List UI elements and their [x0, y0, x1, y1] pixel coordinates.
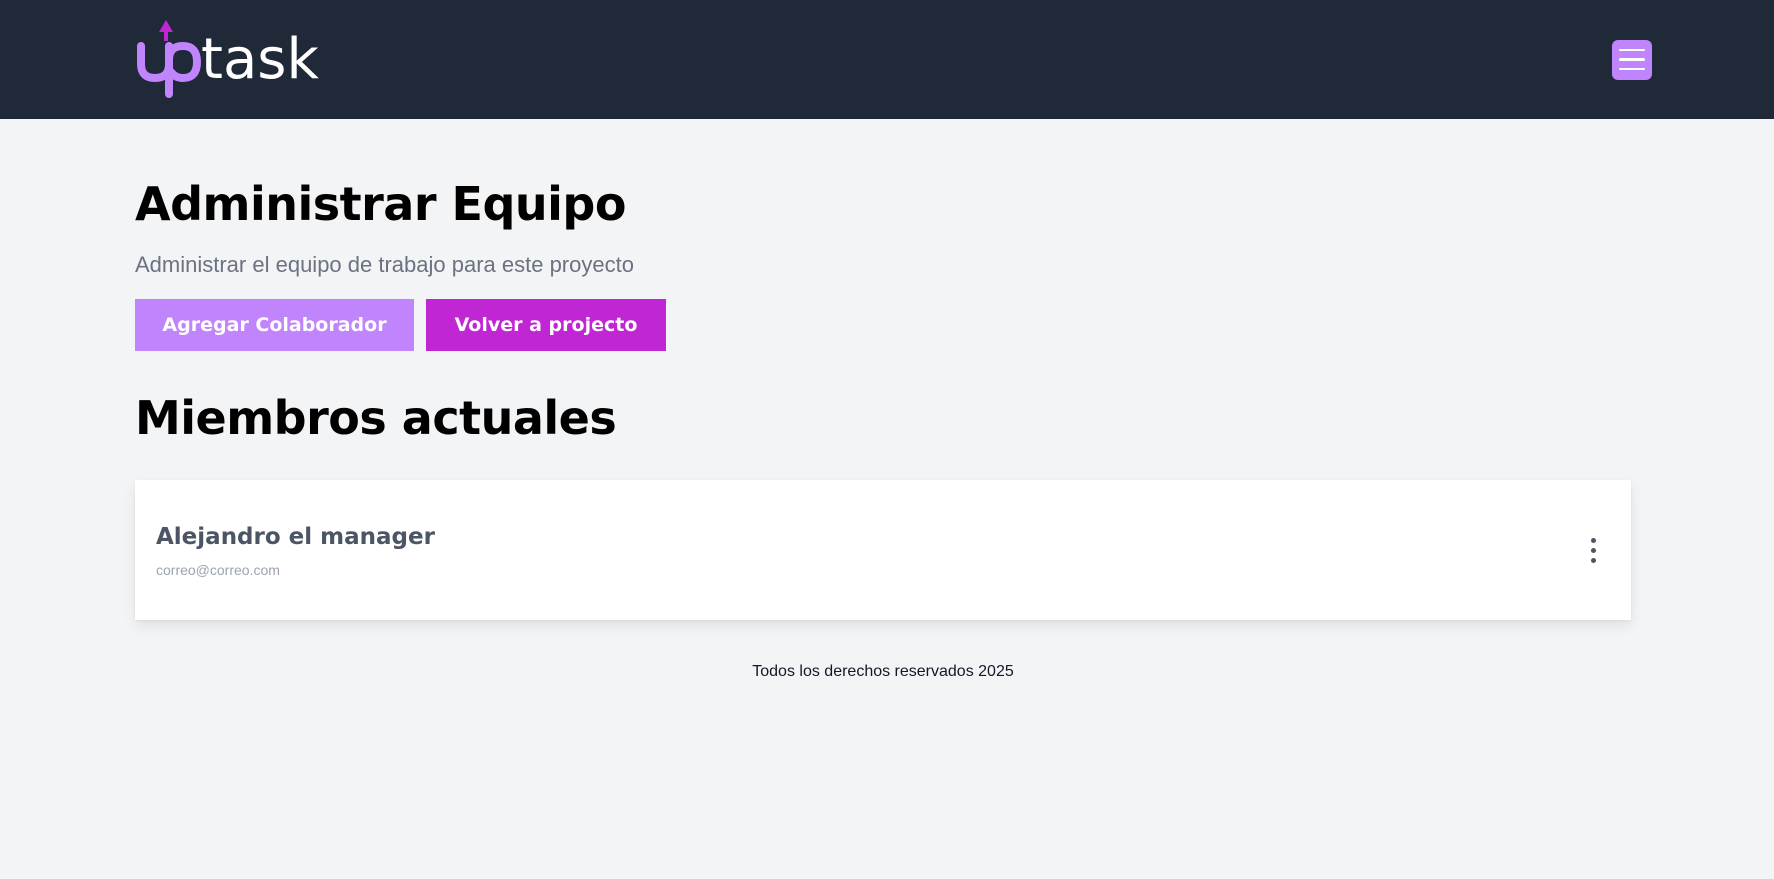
- member-options-button[interactable]: [1581, 530, 1605, 570]
- svg-text:task: task: [201, 27, 319, 92]
- page-title: Administrar Equipo: [135, 177, 626, 231]
- header-container: task: [135, 0, 1652, 119]
- vertical-ellipsis-icon: [1590, 537, 1596, 543]
- add-collaborator-button[interactable]: Agregar Colaborador: [135, 299, 414, 351]
- member-email: correo@correo.com: [156, 562, 280, 578]
- logo-link[interactable]: task: [135, 19, 347, 100]
- action-buttons: Agregar Colaborador Volver a projecto: [135, 299, 666, 351]
- back-to-project-button[interactable]: Volver a projecto: [426, 299, 666, 351]
- page-footer: Todos los derechos reservados 2025: [752, 663, 1014, 680]
- page-subtitle: Administrar el equipo de trabajo para es…: [135, 252, 634, 277]
- uptask-logo: task: [137, 19, 319, 98]
- hamburger-line: [1619, 48, 1645, 52]
- member-card: Alejandro el manager correo@correo.com: [135, 480, 1631, 620]
- app-header: task: [0, 0, 1774, 119]
- member-name: Alejandro el manager: [156, 524, 435, 550]
- menu-toggle-button[interactable]: [1612, 39, 1652, 80]
- hamburger-line: [1619, 58, 1645, 61]
- vertical-ellipsis-icon: [1590, 547, 1596, 553]
- hamburger-line: [1619, 67, 1645, 71]
- members-section-title: Miembros actuales: [135, 391, 617, 445]
- vertical-ellipsis-icon: [1590, 557, 1596, 563]
- members-list: Alejandro el manager correo@correo.com: [135, 480, 1631, 620]
